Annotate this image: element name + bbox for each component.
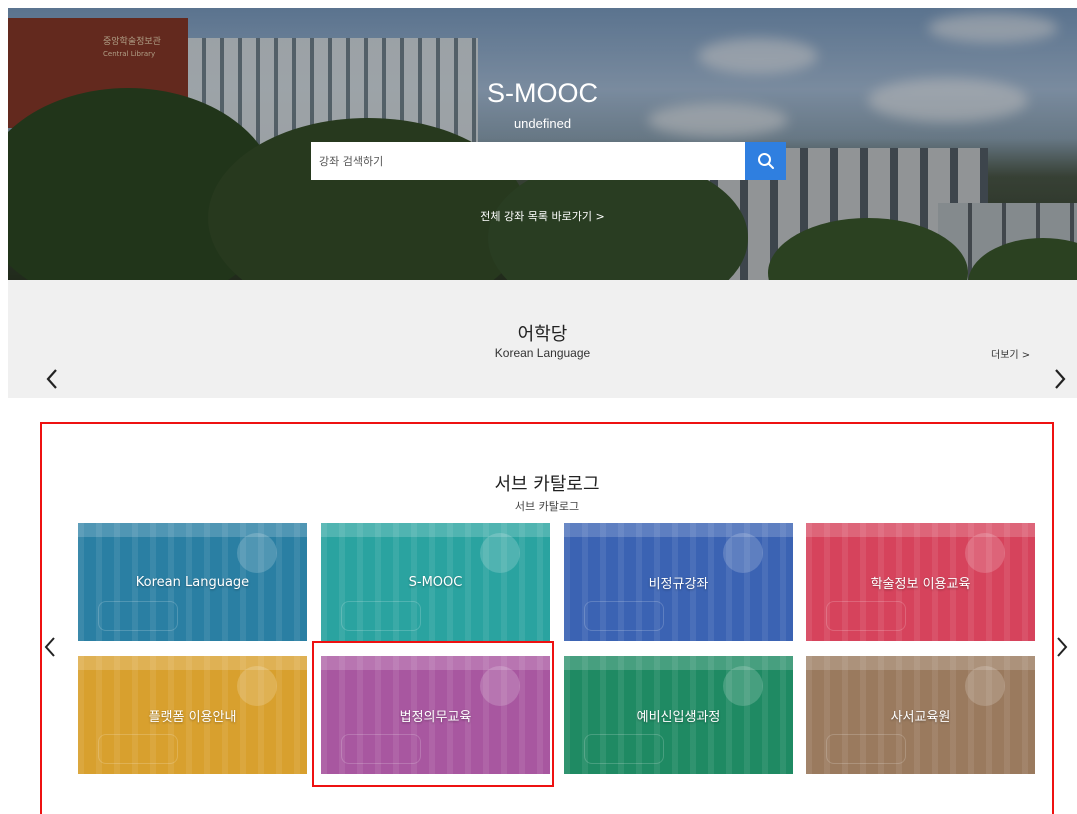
tile-pattern [826, 601, 906, 631]
hero-banner: 중앙학술정보관 Central Library S-MOOC undefined… [8, 8, 1077, 280]
section-subtitle: Korean Language [494, 346, 591, 360]
section-title: 어학당 [517, 324, 568, 345]
catalog-tile[interactable]: Korean Language [78, 523, 307, 641]
language-section: 어학당 Korean Language 더보기 > [8, 280, 1077, 398]
tile-pattern [98, 734, 178, 764]
catalog-tile-label: 학술정보 이용교육 [870, 576, 971, 592]
selection-highlight [312, 641, 554, 787]
more-link[interactable]: 더보기 > [991, 346, 1030, 361]
chevron-right-icon[interactable] [1052, 632, 1072, 662]
tile-pattern [480, 533, 520, 573]
tile-pattern [237, 666, 277, 706]
search-input[interactable] [311, 142, 746, 180]
catalog-tile[interactable]: 플랫폼 이용안내 [78, 656, 307, 774]
catalog-tile-label: Korean Language [135, 574, 250, 590]
search-icon [757, 153, 774, 169]
tile-pattern [723, 666, 763, 706]
tile-pattern [98, 601, 178, 631]
catalog-tile-label: 플랫폼 이용안내 [148, 709, 237, 725]
sub-catalog-subtitle: 서브 카탈로그 [514, 500, 580, 513]
tile-pattern [584, 601, 664, 631]
tile-pattern [723, 533, 763, 573]
catalog-tile[interactable]: 사서교육원 [806, 656, 1035, 774]
tile-pattern [237, 533, 277, 573]
catalog-tile-label: S-MOOC [408, 574, 463, 590]
chevron-left-icon[interactable] [40, 632, 60, 662]
catalog-tile[interactable]: 예비신입생과정 [564, 656, 793, 774]
search-box [311, 142, 746, 180]
chevron-right-icon[interactable] [1050, 364, 1070, 394]
hero-title: S-MOOC [487, 78, 598, 108]
catalog-tile-label: 예비신입생과정 [636, 709, 721, 725]
catalog-tile[interactable]: 학술정보 이용교육 [806, 523, 1035, 641]
tile-pattern [341, 601, 421, 631]
tile-pattern [826, 734, 906, 764]
sub-catalog-title: 서브 카탈로그 [494, 474, 600, 495]
tile-pattern [965, 533, 1005, 573]
tile-pattern [965, 666, 1005, 706]
hero-subtitle: undefined [513, 116, 572, 131]
chevron-left-icon[interactable] [42, 364, 62, 394]
tile-pattern [584, 734, 664, 764]
catalog-tile[interactable]: 비정규강좌 [564, 523, 793, 641]
all-courses-link[interactable]: 전체 강좌 목록 바로가기 > [8, 208, 1077, 224]
catalog-tile-label: 비정규강좌 [648, 576, 709, 592]
search-button[interactable] [745, 142, 786, 180]
catalog-tile[interactable]: S-MOOC [321, 523, 550, 641]
catalog-tile-label: 사서교육원 [890, 709, 951, 725]
